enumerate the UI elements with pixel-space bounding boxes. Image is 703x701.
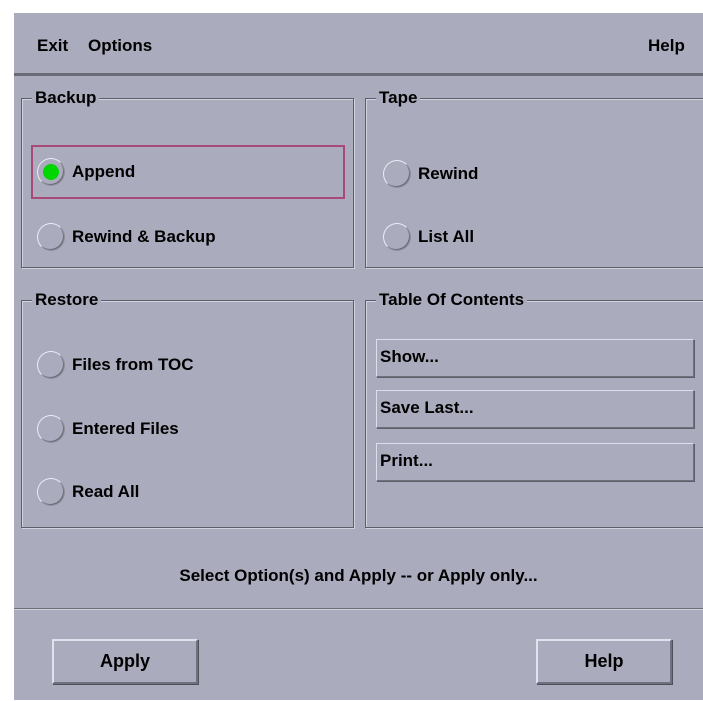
radio-label: Entered Files: [72, 419, 179, 438]
radio-label: Read All: [72, 482, 140, 501]
toc-print-button[interactable]: Print...: [376, 443, 694, 481]
radio-selected-indicator[interactable]: [37, 158, 65, 186]
radio-indicator[interactable]: [37, 415, 65, 443]
radio-label: Rewind & Backup: [72, 227, 216, 246]
menu-bar: Exit Options Help: [14, 13, 703, 76]
menu-exit[interactable]: Exit: [37, 36, 68, 56]
radio-label: Files from TOC: [72, 355, 194, 374]
menu-help[interactable]: Help: [648, 36, 685, 56]
radio-backup-rewind-and-backup[interactable]: Rewind & Backup: [37, 220, 216, 254]
menu-options[interactable]: Options: [88, 36, 152, 56]
radio-indicator[interactable]: [37, 478, 65, 506]
tape-group-title: Tape: [376, 87, 421, 109]
radio-label: Rewind: [418, 164, 479, 183]
radio-tape-list-all[interactable]: List All: [383, 220, 474, 254]
backup-group-title: Backup: [32, 87, 100, 109]
radio-restore-entered-files[interactable]: Entered Files: [37, 412, 179, 446]
radio-indicator[interactable]: [37, 223, 65, 251]
toc-show-button[interactable]: Show...: [376, 339, 694, 377]
radio-indicator[interactable]: [383, 160, 411, 188]
tape-backup-window: Exit Options Help Backup Append Rewind &…: [14, 13, 703, 700]
radio-restore-read-all[interactable]: Read All: [37, 475, 139, 509]
radio-indicator[interactable]: [383, 223, 411, 251]
radio-indicator[interactable]: [37, 351, 65, 379]
restore-group-title: Restore: [32, 289, 102, 311]
apply-button[interactable]: Apply: [52, 639, 198, 684]
status-message: Select Option(s) and Apply -- or Apply o…: [179, 566, 538, 585]
toc-save-last-button[interactable]: Save Last...: [376, 390, 694, 428]
radio-backup-append[interactable]: Append: [37, 155, 135, 189]
radio-label: List All: [418, 227, 475, 246]
radio-tape-rewind[interactable]: Rewind: [383, 157, 478, 191]
radio-label: Append: [72, 162, 136, 181]
toc-group-title: Table Of Contents: [376, 289, 528, 311]
help-button[interactable]: Help: [536, 639, 672, 684]
radio-restore-files-from-toc[interactable]: Files from TOC: [37, 348, 194, 382]
